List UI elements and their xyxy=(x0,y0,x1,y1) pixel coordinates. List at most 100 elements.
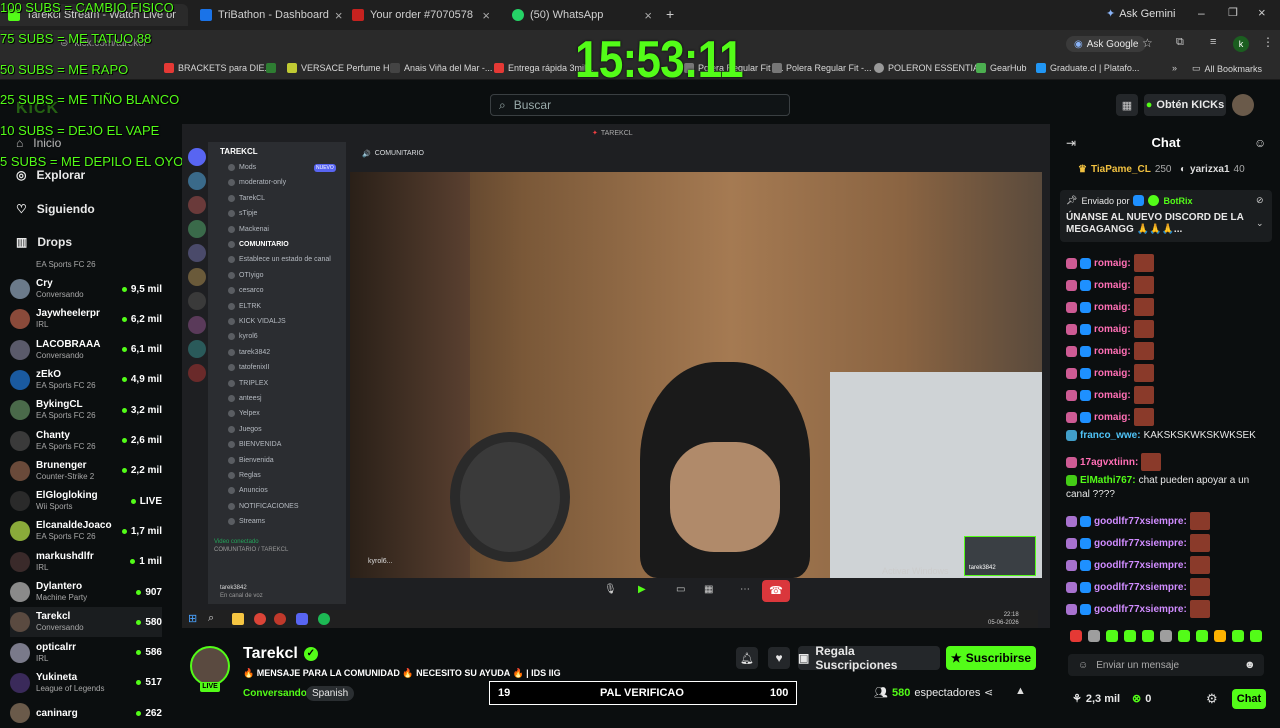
stream-category[interactable]: Conversando xyxy=(243,688,307,699)
discord-channel-item[interactable]: tarek3842 xyxy=(228,348,270,356)
sidebar-channel-item[interactable]: Brunenger Counter-Strike 2 2,2 mil xyxy=(10,456,162,486)
quick-emote-icon[interactable] xyxy=(1106,630,1118,642)
self-view-tile[interactable]: tarek3842 xyxy=(964,536,1036,576)
chat-message[interactable]: franco_wwe: KAKSKSKWKSKWKSEK xyxy=(1066,430,1272,441)
server-icon[interactable] xyxy=(188,244,206,262)
gift-subs-button[interactable]: ▣ Regala Suscripciones xyxy=(798,644,940,672)
server-icon[interactable] xyxy=(188,196,206,214)
close-tab-icon[interactable]: × xyxy=(644,8,652,23)
opera-icon[interactable] xyxy=(274,613,286,625)
activities-icon[interactable]: ▦ xyxy=(704,584,713,595)
clips-icon[interactable]: ▦ xyxy=(1116,94,1138,116)
top-gifter[interactable]: ◐ yarizxa1 40 xyxy=(1180,164,1245,175)
bookmark-item[interactable]: POLERON ESSENTIA... xyxy=(874,63,987,73)
stream-language-tag[interactable]: Spanish xyxy=(306,686,355,701)
chat-message[interactable]: ElMathi767: chat pueden apoyar a un xyxy=(1066,475,1272,486)
streamer-name[interactable]: Tarekcl ✓ xyxy=(243,645,318,663)
chat-message[interactable]: romaig: xyxy=(1066,342,1272,360)
discord-channel-item[interactable]: TarekCL xyxy=(228,194,265,202)
profile-avatar[interactable]: k xyxy=(1233,36,1249,52)
sidebar-channel-item[interactable]: ElcanaldeJoaco EA Sports FC 26 1,7 mil xyxy=(10,516,162,546)
quick-emote-icon[interactable] xyxy=(1142,630,1154,642)
sidebar-channel-item[interactable]: BykingCL EA Sports FC 26 3,2 mil xyxy=(10,395,162,425)
chat-users-icon[interactable]: ☺ xyxy=(1254,136,1266,150)
discord-server-name[interactable]: TAREKCL xyxy=(220,147,258,156)
chat-message[interactable]: goodlfr77xsiempre: xyxy=(1066,600,1272,618)
quick-emote-icon[interactable] xyxy=(1196,630,1208,642)
bookmark-item[interactable]: Graduate.cl | Platafo... xyxy=(1036,63,1139,73)
sidebar-channel-item[interactable]: Chanty EA Sports FC 26 2,6 mil xyxy=(10,426,162,456)
server-icon[interactable] xyxy=(188,220,206,238)
discord-channel-item[interactable]: ELTRK xyxy=(228,302,261,310)
discord-channel-item[interactable]: OTIyigo xyxy=(228,271,264,279)
quick-emote-icon[interactable] xyxy=(1178,630,1190,642)
close-tab-icon[interactable]: × xyxy=(482,8,490,23)
ask-gemini-button[interactable]: ✦ Ask Gemini xyxy=(1106,7,1175,21)
sidebar-item-following[interactable]: ♡ Siguiendo xyxy=(16,202,95,216)
sidebar-channel-item[interactable]: Yukineta League of Legends 517 xyxy=(10,668,162,698)
sidebar-channel-item[interactable]: LACOBRAAA Conversando 6,1 mil xyxy=(10,335,162,365)
discord-channel-item[interactable]: Establece un estado de canal xyxy=(228,256,331,264)
sidebar-channel-item[interactable]: ElGlogloking Wii Sports LIVE xyxy=(10,486,162,516)
kicks-balance[interactable]: ⚘ 2,3 mil xyxy=(1072,692,1120,706)
discord-channel-item[interactable]: Mods xyxy=(228,164,256,171)
sidebar-channel-item[interactable]: markushdlfr IRL 1 mil xyxy=(10,547,162,577)
chat-message-input[interactable]: ☺ Enviar un mensaje xyxy=(1068,654,1264,676)
discord-channel-item[interactable]: Reglas xyxy=(228,472,261,479)
sidebar-channel-item[interactable]: opticalrr IRL 586 xyxy=(10,638,162,668)
chat-message[interactable]: goodlfr77xsiempre: xyxy=(1066,512,1272,530)
all-bookmarks-button[interactable]: ▭ All Bookmarks xyxy=(1192,63,1262,74)
bookmark-item[interactable]: BRACKETS para DIE... xyxy=(164,63,272,73)
quick-emote-icon[interactable] xyxy=(1088,630,1100,642)
sidebar-channel-item[interactable]: Tarekcl Conversando 580 xyxy=(10,607,162,638)
server-icon[interactable] xyxy=(188,340,206,358)
chat-send-button[interactable]: Chat xyxy=(1232,689,1266,709)
sidebar-channel-item[interactable]: Jaywheelerpr IRL 6,2 mil xyxy=(10,304,162,334)
server-icon[interactable] xyxy=(188,316,206,334)
chrome-icon[interactable] xyxy=(254,613,266,625)
sidebar-channel-item[interactable]: Dylantero Machine Party 907 xyxy=(10,577,162,607)
more-options-icon[interactable]: ⋯ xyxy=(740,584,750,595)
subscribe-button[interactable]: ★ Suscribirse xyxy=(946,646,1036,670)
sidebar-item-drops[interactable]: ▥ Drops xyxy=(16,235,72,249)
windows-start-icon[interactable]: ⊞ xyxy=(188,612,197,625)
chat-message[interactable]: romaig: xyxy=(1066,298,1272,316)
bookmark-item[interactable] xyxy=(266,63,276,73)
file-explorer-icon[interactable] xyxy=(232,613,244,625)
chat-message[interactable]: goodlfr77xsiempre: xyxy=(1066,534,1272,552)
discord-channel-item[interactable]: sTipje xyxy=(228,210,257,218)
bookmark-item[interactable]: Anais Viña del Mar -... xyxy=(390,63,492,73)
discord-channel-item[interactable]: Yelpex xyxy=(228,410,260,418)
quick-emote-icon[interactable] xyxy=(1214,630,1226,642)
streamer-avatar[interactable] xyxy=(190,646,230,686)
quick-emote-icon[interactable] xyxy=(1124,630,1136,642)
discord-channel-item[interactable]: Juegos xyxy=(228,425,262,433)
user-avatar[interactable] xyxy=(1232,94,1254,116)
get-kicks-button[interactable]: ● Obtén KICKs xyxy=(1144,94,1226,116)
sidebar-item-explore[interactable]: ◎ Explorar xyxy=(16,168,85,182)
share-icon[interactable]: ⋖ xyxy=(984,686,993,699)
restore-window-icon[interactable]: ❐ xyxy=(1228,6,1238,19)
sidebar-channel-item[interactable]: caninarg 262 xyxy=(10,698,162,728)
notifications-bell-icon[interactable]: 🔔︎ xyxy=(736,647,758,669)
bookmark-item[interactable]: VERSACE Perfume H... xyxy=(287,63,397,73)
unpin-icon[interactable]: ⊘ xyxy=(1256,195,1264,206)
camera-icon[interactable]: ▶ xyxy=(638,584,646,595)
follow-heart-icon[interactable]: ♥ xyxy=(768,647,790,669)
discord-channel-item[interactable]: Anuncios xyxy=(228,487,268,495)
chat-message[interactable]: goodlfr77xsiempre: xyxy=(1066,556,1272,574)
server-icon[interactable] xyxy=(188,148,206,166)
chat-message[interactable]: romaig: xyxy=(1066,364,1272,382)
spotify-icon[interactable] xyxy=(318,613,330,625)
sidebar-channel-item[interactable]: zEkO EA Sports FC 26 4,9 mil xyxy=(10,365,162,395)
server-icon[interactable] xyxy=(188,364,206,382)
discord-channel-item[interactable]: COMUNITARIO xyxy=(228,241,289,248)
disconnect-call-icon[interactable]: ☎ xyxy=(762,580,790,602)
chat-settings-gear-icon[interactable]: ⚙ xyxy=(1206,691,1218,707)
microphone-icon[interactable]: 🎙 xyxy=(604,584,617,595)
chat-message[interactable]: romaig: xyxy=(1066,320,1272,338)
discord-channel-item[interactable]: NOTIFICACIONES xyxy=(228,502,299,510)
taskbar-search-icon[interactable]: ⌕ xyxy=(208,612,214,625)
chat-message[interactable]: romaig: xyxy=(1066,254,1272,272)
discord-channel-item[interactable]: Bienvenida xyxy=(228,456,274,464)
